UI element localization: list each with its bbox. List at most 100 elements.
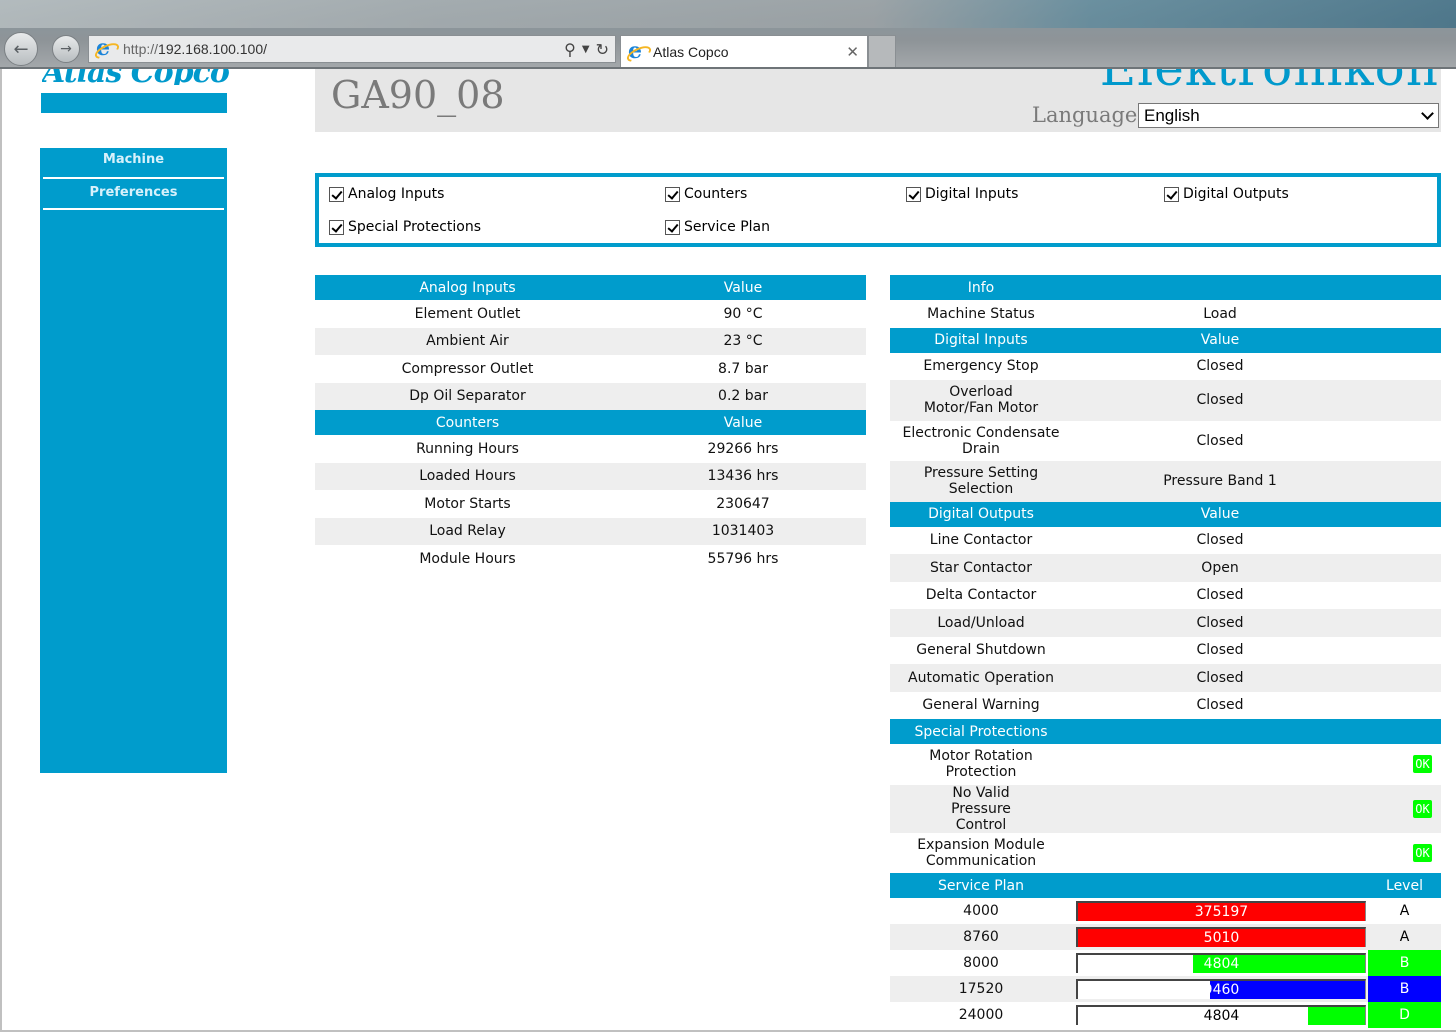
new-tab-button[interactable]: [868, 35, 896, 67]
table-row: Motor Rotation Protection OK: [929, 748, 1432, 781]
table-row: Pressure Setting Selection Pressure Band …: [890, 461, 1441, 502]
table-row: Machine Status Load: [890, 300, 1441, 328]
table-row: Element Outlet 90 °C: [414, 305, 763, 322]
service-progress-bar: 4804: [1076, 1005, 1366, 1025]
counters-header: Counters Value: [315, 410, 866, 435]
dropdown-arrow-icon[interactable]: ▼: [582, 44, 590, 55]
table-row: Electronic Condensate Drain Closed: [902, 424, 1244, 457]
page-content: Atlas Copco Machine Preferences GA90_08 …: [0, 69, 1456, 1032]
checkbox-checked-icon[interactable]: [1164, 186, 1179, 202]
table-row: Load Relay 1031403: [315, 517, 866, 545]
service-plan-rows: 4000 375197 A 8760 5010 A 8000 4804 B 17520 9460 B 2…: [890, 898, 1441, 1028]
table-row: Module Hours 55796 hrs: [419, 550, 779, 567]
service-plan-row: 8760 5010 A: [890, 924, 1441, 950]
status-ok-badge: OK: [1413, 799, 1432, 818]
service-interval: 17520: [890, 976, 1072, 1002]
status-ok-badge: OK: [1413, 843, 1432, 862]
digital-inputs-header: Digital Inputs Value: [890, 327, 1441, 353]
internet-explorer-icon: [95, 35, 115, 61]
search-icon[interactable]: ⚲: [564, 40, 576, 59]
service-interval: 8000: [963, 955, 999, 971]
checkbox-checked-icon[interactable]: [329, 219, 344, 235]
status-ok-badge: OK: [1413, 755, 1432, 774]
table-row: Star Contactor Open: [890, 554, 1441, 582]
checkbox-checked-icon[interactable]: [665, 186, 680, 202]
internet-explorer-icon: [627, 38, 647, 64]
table-row: Dp Oil Separator 0.2 bar: [315, 382, 866, 410]
filter-analog-inputs[interactable]: Analog Inputs: [329, 186, 444, 202]
service-remaining-value: 5010: [1203, 930, 1240, 946]
elektronikon-brand: Elektronikon: [1100, 69, 1439, 97]
table-row: No Valid Pressure Control OK: [890, 784, 1441, 833]
service-interval: 4000: [963, 903, 999, 919]
service-plan-row: 4000 375197 A: [890, 898, 1441, 924]
status-table: Info Machine Status Load Digital Inputs Va…: [890, 275, 1441, 1028]
table-row: Motor Starts 230647: [424, 495, 770, 512]
logo-underline-bar: [41, 93, 227, 113]
table-row: Loaded Hours 13436 hrs: [315, 462, 866, 490]
table-row: Automatic Operation Closed: [890, 664, 1441, 692]
special-protections-header: Special Protections: [890, 719, 1441, 744]
filter-digital-inputs[interactable]: Digital Inputs: [906, 186, 1018, 202]
service-level: A: [1368, 924, 1441, 950]
header-panel: GA90_08 Elektronikon Languages English: [315, 69, 1441, 132]
service-plan-row: 17520 9460 B: [890, 976, 1441, 1002]
analog-inputs-header: Analog Inputs Value: [315, 275, 866, 300]
section-filter-panel: Analog Inputs Counters Digital Inputs Di…: [315, 173, 1441, 247]
analog-counters-table: Analog Inputs Value Element Outlet 90 °C …: [315, 275, 866, 573]
service-level: D: [1368, 1002, 1441, 1028]
filter-service-plan[interactable]: Service Plan: [665, 219, 770, 235]
service-progress-bar: 5010: [1076, 927, 1366, 947]
language-select[interactable]: English: [1138, 103, 1439, 128]
service-remaining-value: 4804: [1203, 956, 1240, 972]
checkbox-checked-icon[interactable]: [665, 219, 680, 235]
service-level: B: [1368, 976, 1441, 1002]
table-row: Compressor Outlet 8.7 bar: [401, 360, 768, 377]
digital-outputs-header: Digital Outputs Value: [890, 501, 1441, 527]
filter-digital-outputs[interactable]: Digital Outputs: [1164, 186, 1289, 202]
service-remaining-value: 375197: [1194, 904, 1249, 920]
browser-tab-active[interactable]: Atlas Copco ✕: [620, 35, 868, 67]
chevron-down-icon: [1421, 106, 1434, 120]
table-row: General Warning Closed: [922, 697, 1244, 714]
forward-button[interactable]: →: [52, 35, 80, 63]
desktop-background: [0, 0, 1456, 28]
table-row: Expansion Module Communication OK: [917, 836, 1432, 869]
service-plan-header: Service Plan Level: [890, 873, 1441, 898]
checkbox-checked-icon[interactable]: [906, 186, 921, 202]
service-progress-bar: 375197: [1076, 901, 1366, 921]
forward-arrow-icon: →: [60, 41, 72, 57]
table-row: Running Hours 29266 hrs: [416, 440, 779, 457]
close-icon[interactable]: ✕: [846, 43, 859, 61]
service-interval: 8760: [890, 924, 1072, 950]
service-plan-row: 8000 4804 B: [890, 950, 1441, 976]
browser-chrome: ← → http://192.168.100.100/ ⚲ ▼ ↻ Atlas …: [0, 0, 1456, 69]
filter-special-protections[interactable]: Special Protections: [329, 219, 481, 235]
machine-status-value: Load: [1203, 305, 1237, 322]
back-arrow-icon: ←: [13, 38, 29, 60]
table-row: Line Contactor Closed: [929, 532, 1244, 549]
refresh-icon[interactable]: ↻: [596, 40, 609, 59]
service-plan-row: 24000 4804 D: [890, 1002, 1441, 1028]
table-row: Delta Contactor Closed: [925, 587, 1244, 604]
table-row: Ambient Air 23 °C: [315, 327, 866, 355]
table-row: Emergency Stop Closed: [923, 358, 1244, 375]
service-interval: 24000: [958, 1007, 1004, 1023]
table-row: Overload Motor/Fan Motor Closed: [890, 380, 1441, 421]
sidebar: Machine Preferences: [40, 148, 227, 773]
languages-label: Languages: [1032, 103, 1149, 127]
back-button[interactable]: ←: [4, 32, 38, 66]
address-bar[interactable]: http://192.168.100.100/ ⚲ ▼ ↻: [88, 35, 616, 63]
sidebar-item-machine[interactable]: Machine: [43, 148, 224, 179]
filter-counters[interactable]: Counters: [665, 186, 747, 202]
table-row: Load/Unload Closed: [890, 609, 1441, 637]
url-text[interactable]: http://192.168.100.100/: [123, 41, 267, 57]
info-header: Info: [890, 275, 1441, 300]
service-remaining-value: 4804: [1203, 1008, 1240, 1024]
service-progress-bar: 4804: [1076, 953, 1366, 973]
service-remaining-value: 9460: [1203, 982, 1240, 998]
checkbox-checked-icon[interactable]: [329, 186, 344, 202]
atlas-copco-logo: Atlas Copco: [42, 69, 232, 85]
service-level: A: [1399, 903, 1410, 919]
sidebar-item-preferences[interactable]: Preferences: [43, 179, 224, 210]
